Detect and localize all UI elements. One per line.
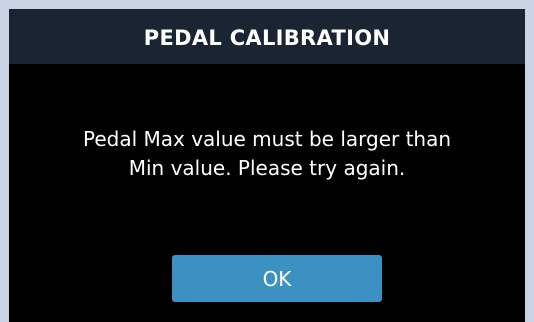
dialog-titlebar: PEDAL CALIBRATION	[9, 9, 525, 64]
error-message: Pedal Max value must be larger than Min …	[29, 125, 505, 183]
dialog-title: PEDAL CALIBRATION	[143, 26, 391, 50]
pedal-calibration-dialog: PEDAL CALIBRATION Pedal Max value must b…	[9, 9, 525, 322]
ok-button-label: OK	[262, 266, 292, 291]
ok-button[interactable]: OK	[172, 255, 382, 302]
error-message-line-2: Min value. Please try again.	[128, 156, 406, 180]
error-message-line-1: Pedal Max value must be larger than	[82, 127, 452, 151]
screen-frame: PEDAL CALIBRATION Pedal Max value must b…	[0, 0, 534, 322]
